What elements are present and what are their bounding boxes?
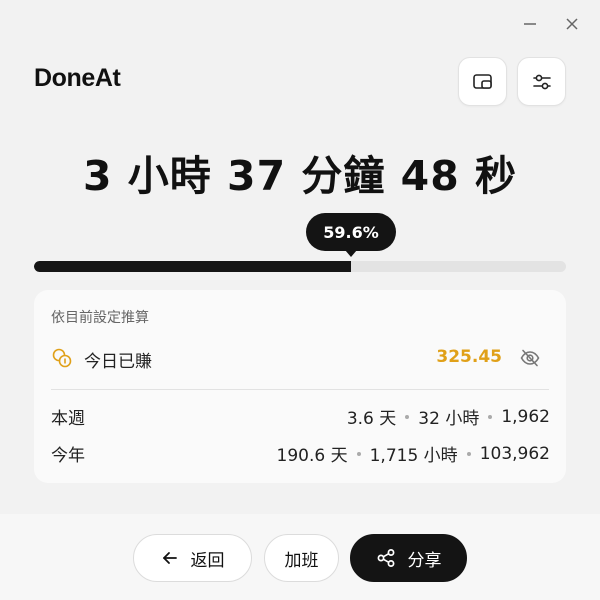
close-button[interactable] xyxy=(558,10,586,38)
progress-tooltip: 59.6% xyxy=(306,213,396,257)
year-hours: 1,715 小時 xyxy=(369,446,458,466)
week-hours: 32 小時 xyxy=(418,409,480,429)
back-button-label: 返回 xyxy=(190,550,225,571)
today-earned-value: 325.45 xyxy=(436,347,502,367)
picture-in-picture-icon xyxy=(472,73,492,89)
week-values: 3.6 天 32 小時 1,962 xyxy=(346,404,550,430)
year-days: 190.6 天 xyxy=(276,446,348,466)
week-stats-row: 本週 3.6 天 32 小時 1,962 xyxy=(51,404,550,430)
sliders-icon xyxy=(532,74,551,89)
year-amount: 103,962 xyxy=(479,443,550,464)
separator-dot xyxy=(466,451,471,456)
summary-divider xyxy=(51,389,549,390)
progress-bar xyxy=(34,261,566,272)
share-button[interactable]: 分享 xyxy=(350,534,467,582)
back-button[interactable]: 返回 xyxy=(133,534,252,582)
share-icon xyxy=(376,548,396,568)
year-stats-row: 今年 190.6 天 1,715 小時 103,962 xyxy=(51,441,550,467)
separator-dot xyxy=(405,414,410,419)
separator-dot xyxy=(356,451,361,456)
summary-card: 依目前設定推算 今日已賺 325.45 本週 3.6 天 32 小時 1,962… xyxy=(34,290,566,483)
overtime-button[interactable]: 加班 xyxy=(264,534,339,582)
overtime-button-label: 加班 xyxy=(284,550,319,571)
settings-button[interactable] xyxy=(517,57,566,106)
coins-icon xyxy=(52,348,72,368)
year-values: 190.6 天 1,715 小時 103,962 xyxy=(276,441,550,467)
eye-off-icon xyxy=(520,349,540,367)
app-title: DoneAt xyxy=(34,64,121,92)
year-label: 今年 xyxy=(51,446,85,466)
toggle-visibility-button[interactable] xyxy=(518,346,542,370)
separator-dot xyxy=(488,414,493,419)
remaining-time: 3 小時 37 分鐘 48 秒 xyxy=(82,152,517,200)
progress-fill xyxy=(34,261,352,272)
minimize-icon xyxy=(524,23,536,25)
week-label: 本週 xyxy=(51,409,85,429)
summary-caption: 依目前設定推算 xyxy=(51,310,149,326)
week-amount: 1,962 xyxy=(501,406,550,427)
close-icon xyxy=(566,18,578,30)
week-days: 3.6 天 xyxy=(346,409,397,429)
today-earned-label: 今日已賺 xyxy=(84,352,152,372)
arrow-left-icon xyxy=(161,549,179,567)
picture-in-picture-button[interactable] xyxy=(458,57,507,106)
minimize-button[interactable] xyxy=(516,10,544,38)
share-button-label: 分享 xyxy=(407,550,442,571)
